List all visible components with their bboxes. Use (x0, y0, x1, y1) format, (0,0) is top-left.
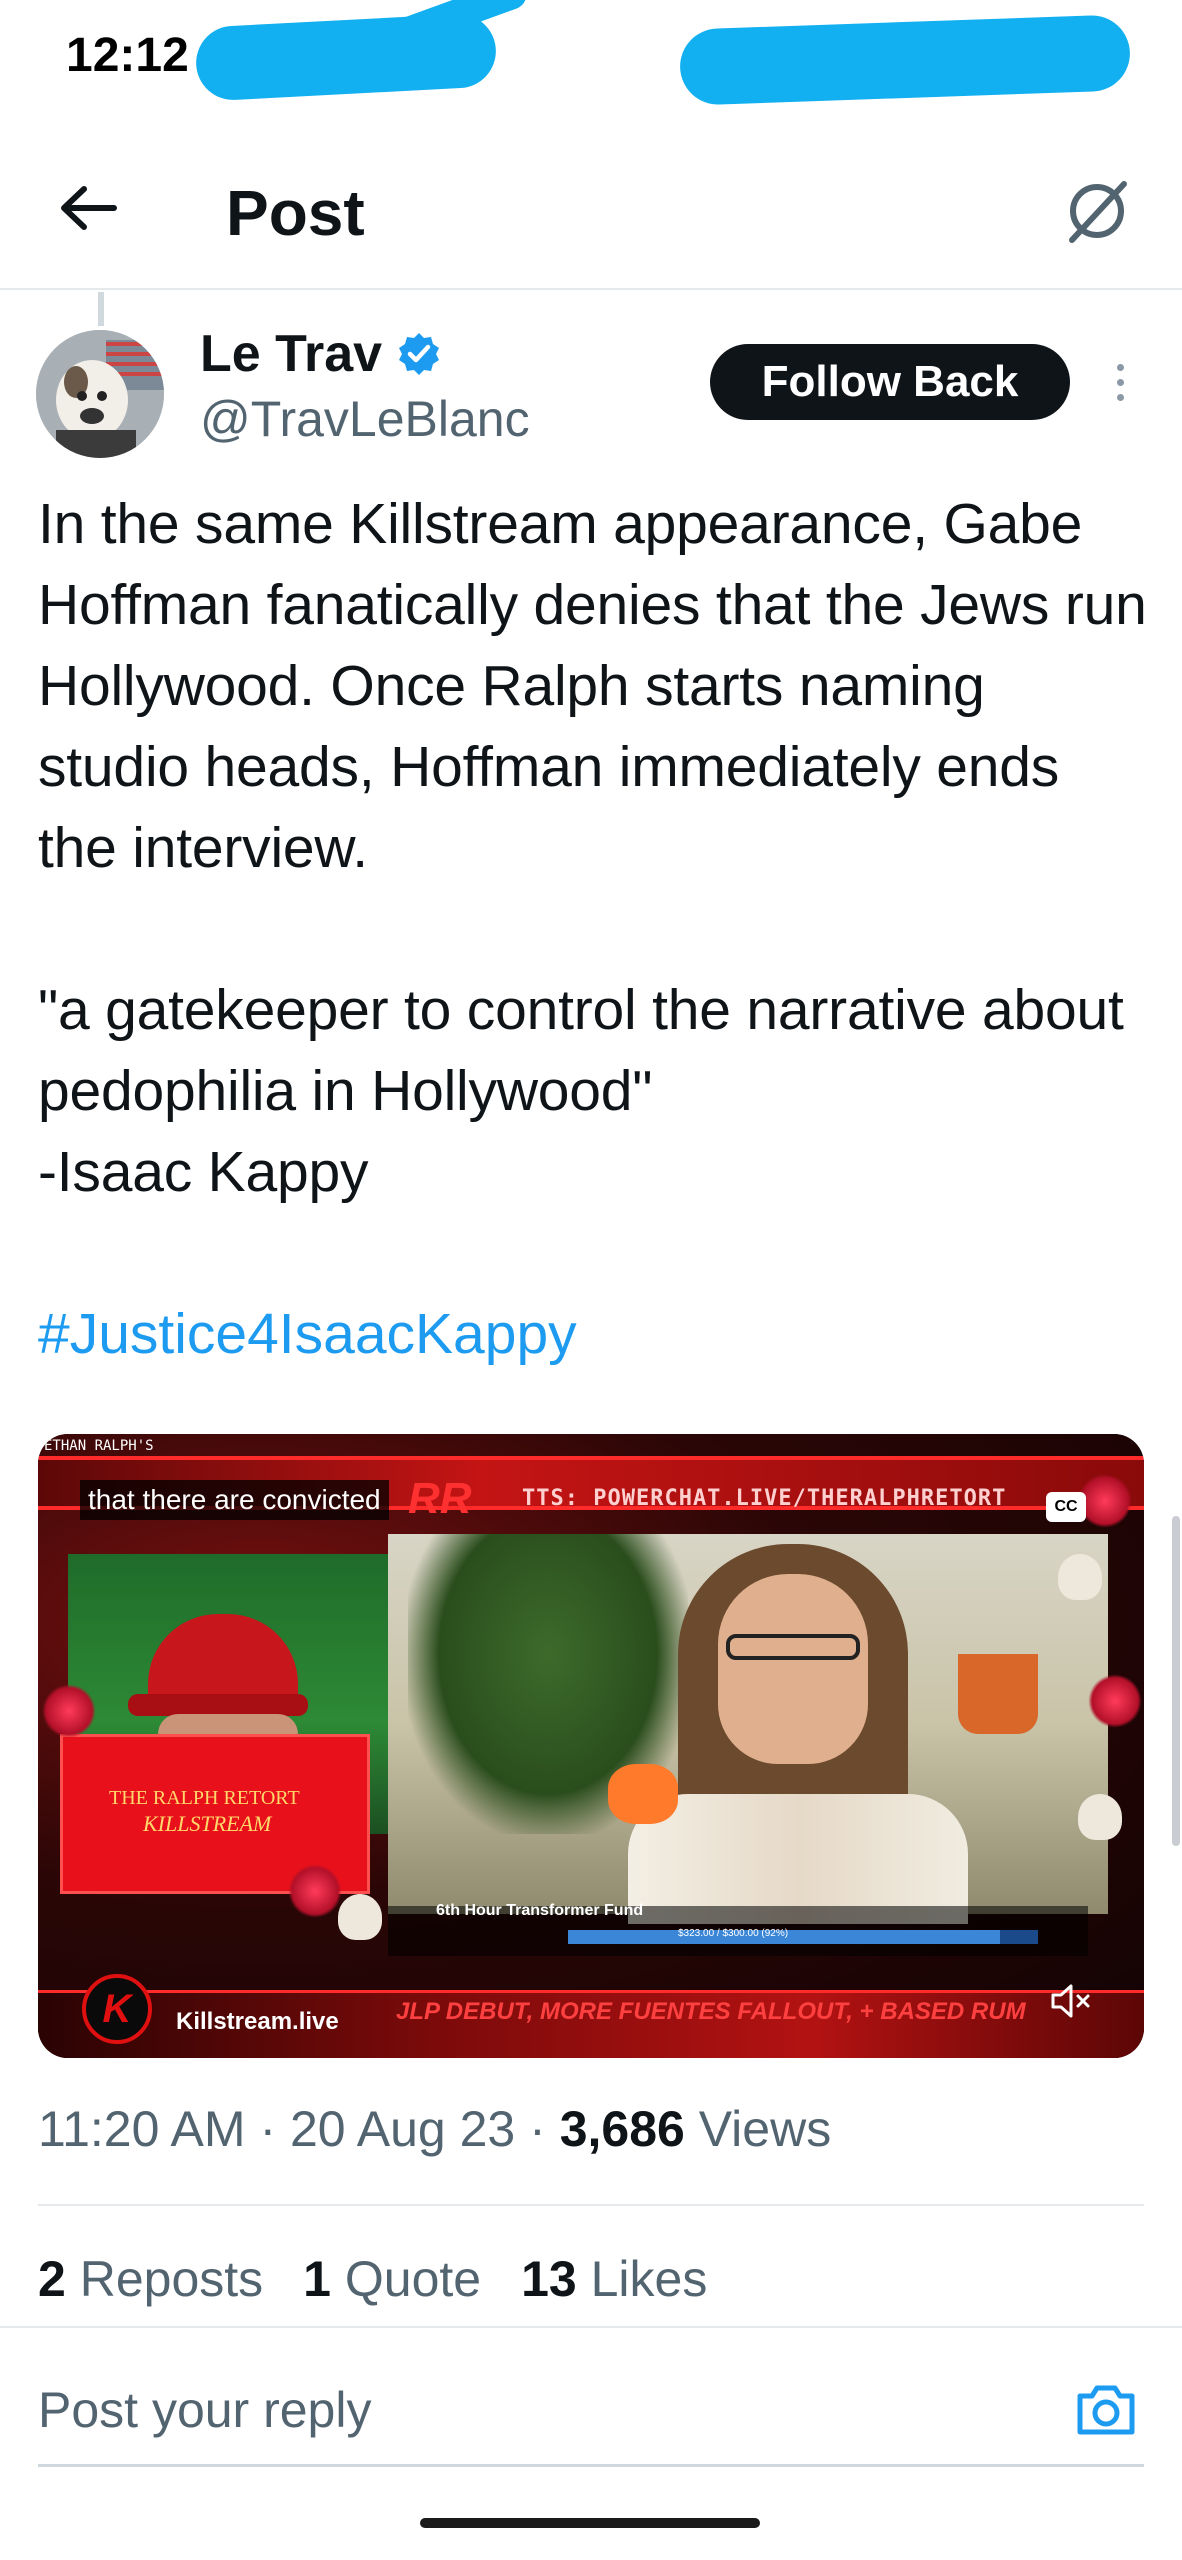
glasses-shape (726, 1634, 860, 1660)
rose-decoration (42, 1684, 96, 1738)
home-indicator[interactable] (420, 2518, 760, 2528)
killstream-logo: K (82, 1974, 152, 2044)
fund-amount: $323.00 / $300.00 (92%) (678, 1928, 789, 1939)
top-app-bar: Post (0, 140, 1182, 290)
author-avatar[interactable] (36, 330, 164, 458)
status-time: 12:12 (66, 29, 189, 82)
reply-input[interactable] (38, 2370, 1018, 2450)
follow-back-button[interactable]: Follow Back (710, 344, 1070, 420)
fund-label: 6th Hour Transformer Fund (436, 1902, 644, 1919)
video-logo-mark: RR (408, 1474, 472, 1523)
card-title: THE RALPH RETORT (109, 1787, 300, 1809)
video-right-webcam (388, 1534, 1108, 1924)
card-subtitle: KILLSTREAM (143, 1811, 272, 1836)
post-time: 11:20 AM (38, 2101, 246, 2157)
add-photo-button[interactable] (1068, 2372, 1144, 2448)
author-name-row[interactable]: Le Trav (200, 324, 442, 384)
video-player[interactable]: ETHAN RALPH'S RR TTS: POWERCHAT.LIVE/THE… (38, 1434, 1144, 2058)
post-text: In the same Killstream appearance, Gabe … (38, 492, 1147, 1204)
reposts-count: 2 (38, 2251, 66, 2307)
video-ticker-text: TTS: POWERCHAT.LIVE/THERALPHRETORT (522, 1486, 1007, 1511)
quotes-label: Quote (344, 2251, 482, 2307)
likes-label: Likes (590, 2251, 708, 2307)
mute-button[interactable] (1046, 1976, 1096, 2026)
divider (0, 2326, 1182, 2328)
red-cap-shape (148, 1614, 298, 1704)
divider (38, 2204, 1144, 2206)
meta-separator: · (529, 2101, 560, 2157)
redaction-scribble-right (678, 14, 1132, 106)
more-dot-icon (1116, 393, 1124, 401)
reposts-label: Reposts (79, 2251, 264, 2307)
meta-separator: · (259, 2101, 290, 2157)
fund-progress-bar (568, 1930, 1038, 1944)
thread-connector-line (98, 292, 104, 326)
post-date: 20 Aug 23 (290, 2101, 516, 2157)
views-count: 3,686 (559, 2101, 685, 2157)
reply-underline (38, 2464, 1144, 2467)
post-meta: 11:20 AM · 20 Aug 23 · 3,686 Views (38, 2100, 831, 2158)
hashtag-link[interactable]: #Justice4IsaacKappy (38, 1294, 577, 1375)
views-label: Views (698, 2101, 832, 2157)
video-source-label: Killstream.live (176, 2008, 339, 2035)
speaker-muted-icon (1051, 1984, 1090, 2018)
orange-toy-shape (608, 1764, 678, 1824)
grok-icon (1069, 181, 1127, 243)
page-title: Post (226, 177, 365, 249)
back-button[interactable] (48, 168, 128, 248)
quotes-stat[interactable]: 1 Quote (303, 2250, 481, 2308)
back-arrow-icon (61, 186, 117, 230)
verified-badge-icon (399, 333, 440, 375)
quotes-count: 1 (303, 2251, 331, 2307)
skull-decoration (1058, 1554, 1102, 1600)
more-dot-icon (1116, 363, 1124, 371)
grok-button[interactable] (1052, 166, 1142, 256)
closed-captions-button[interactable]: CC (1046, 1492, 1086, 1522)
avatar-image (36, 330, 164, 458)
status-bar: 12:12 (0, 0, 1182, 120)
reposts-stat[interactable]: 2 Reposts (38, 2250, 263, 2308)
cap-brim-shape (128, 1694, 308, 1716)
likes-stat[interactable]: 13 Likes (521, 2250, 707, 2308)
rose-decoration (1078, 1474, 1132, 1528)
face-shape (718, 1574, 868, 1764)
skull-decoration (1078, 1794, 1122, 1840)
more-options-button[interactable] (1100, 352, 1140, 412)
author-name: Le Trav (200, 325, 383, 383)
engagement-stats: 2 Reposts 1 Quote 13 Likes (38, 2250, 707, 2308)
rose-decoration (288, 1864, 342, 1918)
video-caption: that there are convicted (80, 1480, 389, 1520)
author-handle[interactable]: @TravLeBlanc (200, 390, 530, 448)
skull-decoration (338, 1894, 382, 1940)
flowerpot-shape (958, 1654, 1038, 1734)
more-dot-icon (1116, 378, 1124, 386)
video-brand-text: ETHAN RALPH'S (44, 1438, 154, 1454)
camera-icon (1077, 2385, 1135, 2435)
likes-count: 13 (521, 2251, 577, 2307)
shirt-shape (628, 1794, 968, 1924)
scrollbar[interactable] (1172, 1516, 1180, 1846)
rose-decoration (1088, 1674, 1142, 1728)
video-scroll-text: JLP DEBUT, MORE FUENTES FALLOUT, + BASED… (396, 1998, 1026, 2025)
